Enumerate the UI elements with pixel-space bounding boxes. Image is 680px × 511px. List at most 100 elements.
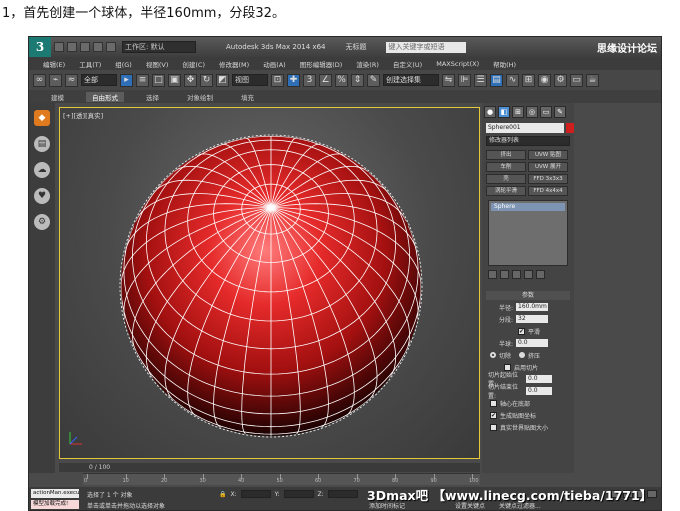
scale-icon[interactable]: ◩: [216, 73, 229, 87]
uvw-map-button[interactable]: UVW 贴图: [528, 150, 568, 160]
radius-spinner[interactable]: 160.0mm: [516, 303, 548, 311]
mirror-icon[interactable]: ⇋: [442, 73, 455, 87]
slice-from-spinner[interactable]: 0.0: [526, 375, 552, 383]
heart-icon[interactable]: ♥: [34, 188, 50, 204]
squash-radio[interactable]: [519, 352, 526, 358]
shell-button[interactable]: 壳: [486, 174, 526, 184]
move-icon[interactable]: ✥: [184, 73, 197, 87]
workspace-select[interactable]: 工作区: 默认: [122, 41, 196, 53]
tab-modeling[interactable]: 建模: [45, 92, 70, 102]
undo-icon[interactable]: [93, 42, 103, 52]
search-input[interactable]: 键入关键字或短语: [386, 41, 467, 53]
window-crossing-icon[interactable]: ▣: [168, 73, 181, 87]
render-setup-icon[interactable]: ⚙: [554, 73, 567, 87]
lathe-button[interactable]: 车削: [486, 162, 526, 172]
ffd333-button[interactable]: FFD 3x3x3: [528, 174, 568, 184]
layer-icon[interactable]: ☰: [474, 73, 487, 87]
ribbon-toggle-icon[interactable]: ▤: [490, 73, 503, 87]
modifier-list-dropdown[interactable]: 修改器列表: [486, 136, 570, 146]
menu-tools[interactable]: 工具(T): [79, 59, 101, 69]
slice-to-spinner[interactable]: 0.0: [526, 387, 552, 395]
scene-explorer-icon[interactable]: ◆: [34, 110, 50, 126]
motion-tab-icon[interactable]: ◎: [526, 106, 538, 118]
select-by-name-icon[interactable]: ≡: [136, 73, 149, 87]
redo-icon[interactable]: [106, 42, 116, 52]
perspective-viewport[interactable]: [+][透][真实]: [59, 107, 480, 459]
document-icon[interactable]: ▤: [34, 136, 50, 152]
material-editor-icon[interactable]: ◉: [538, 73, 551, 87]
edit-named-sel-icon[interactable]: ✎: [367, 73, 380, 87]
segments-spinner[interactable]: 32: [516, 315, 548, 323]
hemisphere-spinner[interactable]: 0.0: [516, 339, 548, 347]
angle-snap-icon[interactable]: ∠: [319, 73, 332, 87]
maxscript-listener[interactable]: actionMan.execu: [31, 489, 80, 498]
gen-map-checkbox[interactable]: ✔: [490, 411, 497, 419]
maxscript-output[interactable]: 模型加载完成!: [31, 500, 79, 509]
z-coord-field[interactable]: [327, 490, 358, 498]
align-icon[interactable]: ⊫: [458, 73, 471, 87]
open-icon[interactable]: [67, 42, 77, 52]
tab-freeform[interactable]: 自由形式: [86, 91, 124, 102]
spinner-snap-icon[interactable]: ⇕: [351, 73, 364, 87]
lock-icon[interactable]: 🔒: [219, 491, 226, 498]
render-frame-icon[interactable]: ▭: [570, 73, 583, 87]
rect-selection-icon[interactable]: □: [152, 73, 165, 87]
pin-stack-icon[interactable]: [488, 270, 497, 279]
modify-tab-icon[interactable]: ◧: [498, 106, 510, 118]
sphere-object[interactable]: [60, 108, 481, 460]
menu-views[interactable]: 视图(V): [146, 59, 169, 69]
create-tab-icon[interactable]: ●: [484, 106, 496, 118]
tab-selection[interactable]: 选择: [140, 92, 165, 102]
object-name-field[interactable]: Sphere001: [486, 123, 574, 133]
render-icon[interactable]: ☕: [586, 73, 599, 87]
unlink-icon[interactable]: ⌁: [49, 73, 62, 87]
pivot-icon[interactable]: ⊡: [271, 73, 284, 87]
menu-group[interactable]: 组(G): [115, 59, 132, 69]
utilities-tab-icon[interactable]: ✎: [554, 106, 566, 118]
hierarchy-tab-icon[interactable]: ⊞: [512, 106, 524, 118]
menu-create[interactable]: 创建(C): [182, 59, 205, 69]
ffd444-button[interactable]: FFD 4x4x4: [528, 186, 568, 196]
settings-icon[interactable]: ⚙: [34, 214, 50, 230]
menu-modifiers[interactable]: 修改器(M): [219, 59, 249, 69]
rotate-icon[interactable]: ↻: [200, 73, 213, 87]
y-coord-field[interactable]: [283, 490, 314, 498]
save-icon[interactable]: [80, 42, 90, 52]
modifier-stack[interactable]: Sphere: [488, 200, 568, 266]
cloud-icon[interactable]: ☁: [34, 162, 50, 178]
snaps-icon[interactable]: 3: [303, 73, 316, 87]
params-header[interactable]: 参数: [486, 291, 570, 300]
smooth-checkbox[interactable]: ✔: [518, 327, 525, 335]
curve-editor-icon[interactable]: ∿: [506, 73, 519, 87]
remove-modifier-icon[interactable]: [524, 270, 533, 279]
manipulate-icon[interactable]: ✚: [287, 73, 300, 87]
extrude-button[interactable]: 挤出: [486, 150, 526, 160]
configure-sets-icon[interactable]: [536, 270, 545, 279]
tab-object-paint[interactable]: 对象绘制: [181, 92, 219, 102]
bind-space-warp-icon[interactable]: ≈: [65, 73, 78, 87]
link-icon[interactable]: ∞: [33, 73, 46, 87]
tab-populate[interactable]: 填充: [235, 92, 260, 102]
menu-maxscript[interactable]: MAXScript(X): [436, 60, 479, 68]
track-bar[interactable]: 0 10 20 30 40 50 60 70 80 90 100: [83, 473, 480, 485]
turbosmooth-button[interactable]: 涡轮平滑: [486, 186, 526, 196]
menu-edit[interactable]: 编辑(E): [43, 59, 65, 69]
percent-snap-icon[interactable]: %: [335, 73, 348, 87]
new-icon[interactable]: [54, 42, 64, 52]
time-slider[interactable]: 0 / 100: [59, 463, 480, 472]
real-world-checkbox[interactable]: [490, 423, 497, 431]
show-end-result-icon[interactable]: [500, 270, 509, 279]
menu-customize[interactable]: 自定义(U): [393, 59, 422, 69]
display-tab-icon[interactable]: ▭: [540, 106, 552, 118]
menu-graph-editors[interactable]: 图形编辑器(D): [300, 59, 343, 69]
unwrap-uvw-button[interactable]: UVW 展开: [528, 162, 568, 172]
schematic-icon[interactable]: ⊞: [522, 73, 535, 87]
chop-radio[interactable]: [490, 352, 496, 358]
make-unique-icon[interactable]: [512, 270, 521, 279]
stack-item-sphere[interactable]: Sphere: [491, 203, 565, 211]
menu-rendering[interactable]: 渲染(R): [356, 59, 379, 69]
menu-help[interactable]: 帮助(H): [493, 59, 516, 69]
select-object-icon[interactable]: ▸: [120, 73, 133, 87]
selection-filter-dropdown[interactable]: 全部: [81, 74, 117, 86]
x-coord-field[interactable]: [240, 490, 271, 498]
